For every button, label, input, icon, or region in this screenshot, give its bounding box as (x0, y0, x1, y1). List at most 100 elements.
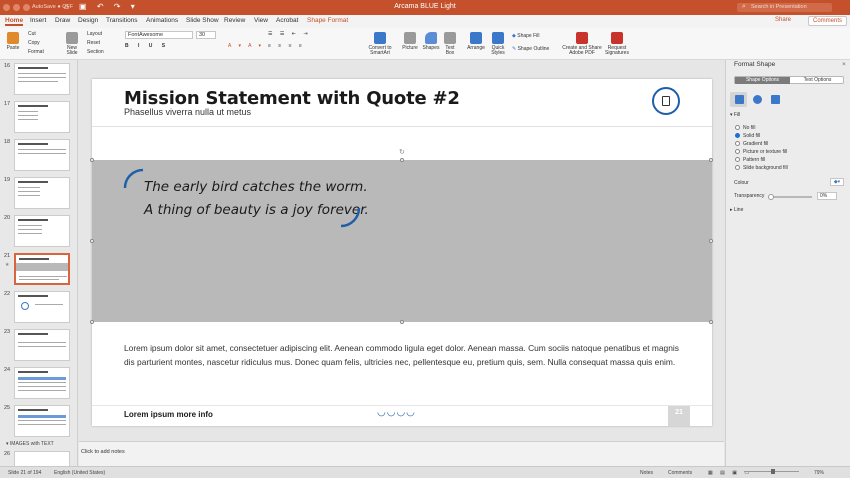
transition-star-icon: ★ (5, 262, 10, 268)
notes-toggle[interactable]: Notes (640, 470, 653, 476)
thumbnail-slide-24[interactable]: 24 (0, 367, 77, 405)
tab-insert[interactable]: Insert (30, 17, 46, 24)
thumbnail-slide-17[interactable]: 17 (0, 101, 77, 139)
clipboard-icon (7, 32, 19, 44)
search-field[interactable]: ⌕ Search in Presentation (737, 3, 832, 12)
rotate-handle-icon[interactable]: ↻ (399, 148, 405, 156)
radio-pattern-fill[interactable]: Pattern fill (735, 157, 765, 163)
resize-handle-bottom-right[interactable] (709, 320, 713, 324)
radio-icon (735, 157, 740, 162)
resize-handle-top[interactable] (400, 158, 404, 162)
font-color-buttons[interactable]: A ▾ A ▾ (228, 43, 264, 49)
pdf-icon (576, 32, 588, 44)
effects-icon[interactable] (753, 95, 762, 104)
slide[interactable]: Mission Statement with Quote #2 Phasellu… (92, 79, 712, 426)
quote-line-2[interactable]: A thing of beauty is a joy forever. (144, 202, 369, 218)
size-properties-icon[interactable] (771, 95, 780, 104)
shape-outline-label: Shape Outline (517, 46, 550, 52)
section-header[interactable]: ▾ IMAGES with TEXT (6, 441, 54, 447)
textbox-button[interactable]: Text Box (443, 32, 457, 56)
thumbnail-slide-23[interactable]: 23 (0, 329, 77, 367)
tab-draw[interactable]: Draw (55, 17, 70, 24)
resize-handle-bottom-left[interactable] (90, 320, 94, 324)
tab-transitions[interactable]: Transitions (106, 17, 138, 24)
thumbnail-slide-18[interactable]: 18 (0, 139, 77, 177)
tab-shape-format[interactable]: Shape Format (307, 17, 348, 24)
shapes-button[interactable]: Shapes (422, 32, 440, 51)
share-button[interactable]: Share (775, 17, 791, 23)
slide-thumbnail-pane[interactable]: 16 17 18 19 20 21 ★ 22 23 24 25 ▾ IMAGES … (0, 60, 78, 466)
convert-smartart-button[interactable]: Convert to SmartArt (366, 32, 394, 56)
tab-animations[interactable]: Animations (146, 17, 178, 24)
request-signatures-button[interactable]: Request Signatures (604, 32, 630, 56)
footer-text[interactable]: Lorem ipsum more info (124, 410, 213, 419)
list-buttons[interactable]: ☰ ☰ ⇤ ⇥ (268, 31, 311, 37)
thumbnail-image (14, 139, 70, 171)
thumbnail-slide-16[interactable]: 16 (0, 63, 77, 101)
thumbnail-slide-20[interactable]: 20 (0, 215, 77, 253)
tab-text-options[interactable]: Text Options (790, 77, 845, 84)
comments-button[interactable]: Comments (808, 16, 848, 26)
resize-handle-right[interactable] (709, 239, 713, 243)
comments-toggle[interactable]: Comments (668, 470, 692, 476)
arrange-button[interactable]: Arrange (465, 32, 487, 51)
radio-gradient-fill[interactable]: Gradient fill (735, 141, 768, 147)
font-name-select[interactable]: FontAwesome (125, 31, 193, 39)
tab-view[interactable]: View (254, 17, 268, 24)
shape-fill-button[interactable]: ◆ Shape Fill (512, 33, 539, 39)
font-style-buttons[interactable]: B I U S (125, 43, 169, 49)
zoom-level[interactable]: 79% (814, 470, 824, 476)
picture-button[interactable]: Picture (401, 32, 419, 51)
fill-line-icon[interactable] (735, 95, 744, 104)
tab-acrobat[interactable]: Acrobat (276, 17, 298, 24)
fill-section-header[interactable]: ▾ Fill (730, 112, 740, 118)
tab-review[interactable]: Review (224, 17, 245, 24)
copy-button[interactable]: Copy (28, 40, 40, 46)
tab-slide-show[interactable]: Slide Show (186, 17, 219, 24)
tab-home[interactable]: Home (5, 17, 24, 26)
language-indicator[interactable]: English (United States) (54, 470, 105, 476)
layout-button[interactable]: Layout (87, 31, 102, 37)
tab-design[interactable]: Design (78, 17, 98, 24)
slide-title[interactable]: Mission Statement with Quote #2 (124, 88, 460, 109)
resize-handle-top-right[interactable] (709, 158, 713, 162)
radio-slide-background-fill[interactable]: Slide background fill (735, 165, 788, 171)
quote-line-1[interactable]: The early bird catches the worm. (144, 179, 368, 195)
thumbnail-slide-22[interactable]: 22 (0, 291, 77, 329)
align-buttons[interactable]: ≡ ≡ ≡ ≡ (268, 43, 305, 49)
paste-button[interactable]: Paste (6, 32, 20, 51)
notes-pane[interactable]: Click to add notes (79, 441, 724, 466)
create-share-pdf-button[interactable]: Create and Share Adobe PDF (562, 32, 602, 56)
body-text[interactable]: Lorem ipsum dolor sit amet, consectetuer… (124, 342, 684, 369)
transparency-slider[interactable] (770, 196, 812, 198)
resize-handle-left[interactable] (90, 239, 94, 243)
thumbnail-image (14, 405, 70, 437)
section-button[interactable]: Section (87, 49, 104, 55)
thumbnail-slide-25[interactable]: 25 (0, 405, 77, 443)
thumbnail-slide-21[interactable]: 21 ★ (0, 253, 77, 291)
font-size-select[interactable]: 30 (196, 31, 216, 39)
line-section-header[interactable]: ▸ Line (730, 207, 743, 213)
tab-shape-options[interactable]: Shape Options (735, 77, 790, 84)
slide-subtitle[interactable]: Phasellus viverra nulla ut metus (124, 107, 251, 117)
slide-number: 23 (4, 329, 11, 335)
transparency-input[interactable]: 0% (817, 192, 837, 200)
resize-handle-top-left[interactable] (90, 158, 94, 162)
shape-outline-button[interactable]: ✎ Shape Outline (512, 46, 549, 52)
transparency-slider-knob[interactable] (768, 194, 774, 200)
reset-button[interactable]: Reset (87, 40, 100, 46)
clipboard-icon[interactable] (652, 87, 680, 115)
thumbnail-slide-26[interactable]: 26 (0, 451, 77, 466)
colour-picker-button[interactable]: ◆▾ (830, 178, 844, 186)
radio-solid-fill[interactable]: Solid fill (735, 133, 760, 139)
radio-no-fill[interactable]: No fill (735, 125, 756, 131)
cut-button[interactable]: Cut (28, 31, 36, 37)
close-icon[interactable]: × (842, 61, 846, 68)
zoom-slider-knob[interactable] (771, 469, 775, 474)
radio-picture-fill[interactable]: Picture or texture fill (735, 149, 787, 155)
resize-handle-bottom[interactable] (400, 320, 404, 324)
new-slide-button[interactable]: New Slide (62, 32, 82, 56)
format-painter-button[interactable]: Format (28, 49, 44, 55)
thumbnail-slide-19[interactable]: 19 (0, 177, 77, 215)
quick-styles-button[interactable]: Quick Styles (489, 32, 507, 56)
